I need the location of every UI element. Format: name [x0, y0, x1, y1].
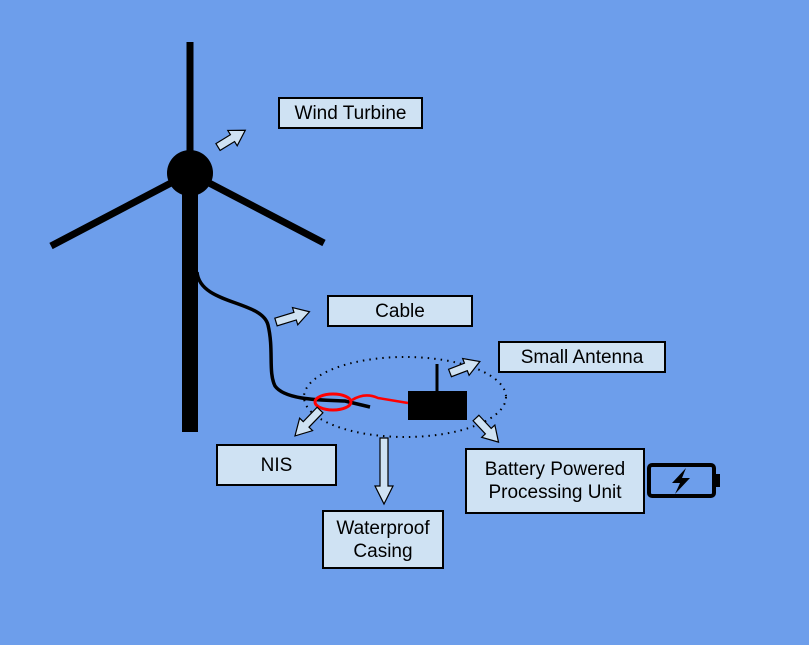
label-wind-turbine: Wind Turbine: [278, 97, 423, 129]
label-battery-processing-unit: Battery Powered Processing Unit: [465, 448, 645, 514]
label-small-antenna-text: Small Antenna: [520, 346, 644, 368]
turbine-hub: [167, 150, 213, 196]
label-cable: Cable: [327, 295, 473, 327]
label-small-antenna: Small Antenna: [498, 341, 666, 373]
arrow-to-waterproof-casing: [374, 437, 394, 506]
label-nis: NIS: [216, 444, 337, 486]
label-wind-turbine-text: Wind Turbine: [294, 102, 407, 124]
label-casing-line2: Casing: [353, 540, 413, 562]
label-battery-line2: Processing Unit: [488, 482, 622, 503]
turbine-blade-left: [49, 169, 192, 250]
turbine-tower: [182, 185, 198, 432]
arrow-to-wind-turbine: [215, 129, 247, 152]
arrow-to-small-antenna: [447, 357, 481, 378]
nis-signal-wire: [351, 394, 409, 405]
waterproof-casing-outline: [303, 356, 507, 438]
label-cable-text: Cable: [375, 300, 425, 322]
arrow-to-battery-unit: [472, 414, 500, 443]
label-battery-line1: Battery Powered: [484, 459, 626, 480]
processing-unit-box: [408, 391, 467, 420]
label-casing-line1: Waterproof: [336, 517, 430, 539]
diagram-canvas: Wind Turbine Cable Small Antenna NIS Bat…: [0, 0, 809, 645]
label-nis-text: NIS: [260, 454, 293, 476]
arrow-to-nis: [294, 406, 324, 437]
label-waterproof-casing: Waterproof Casing: [322, 510, 444, 569]
arrow-to-cable: [274, 306, 311, 327]
battery-charging-icon: [647, 463, 720, 498]
cable: [195, 271, 371, 409]
